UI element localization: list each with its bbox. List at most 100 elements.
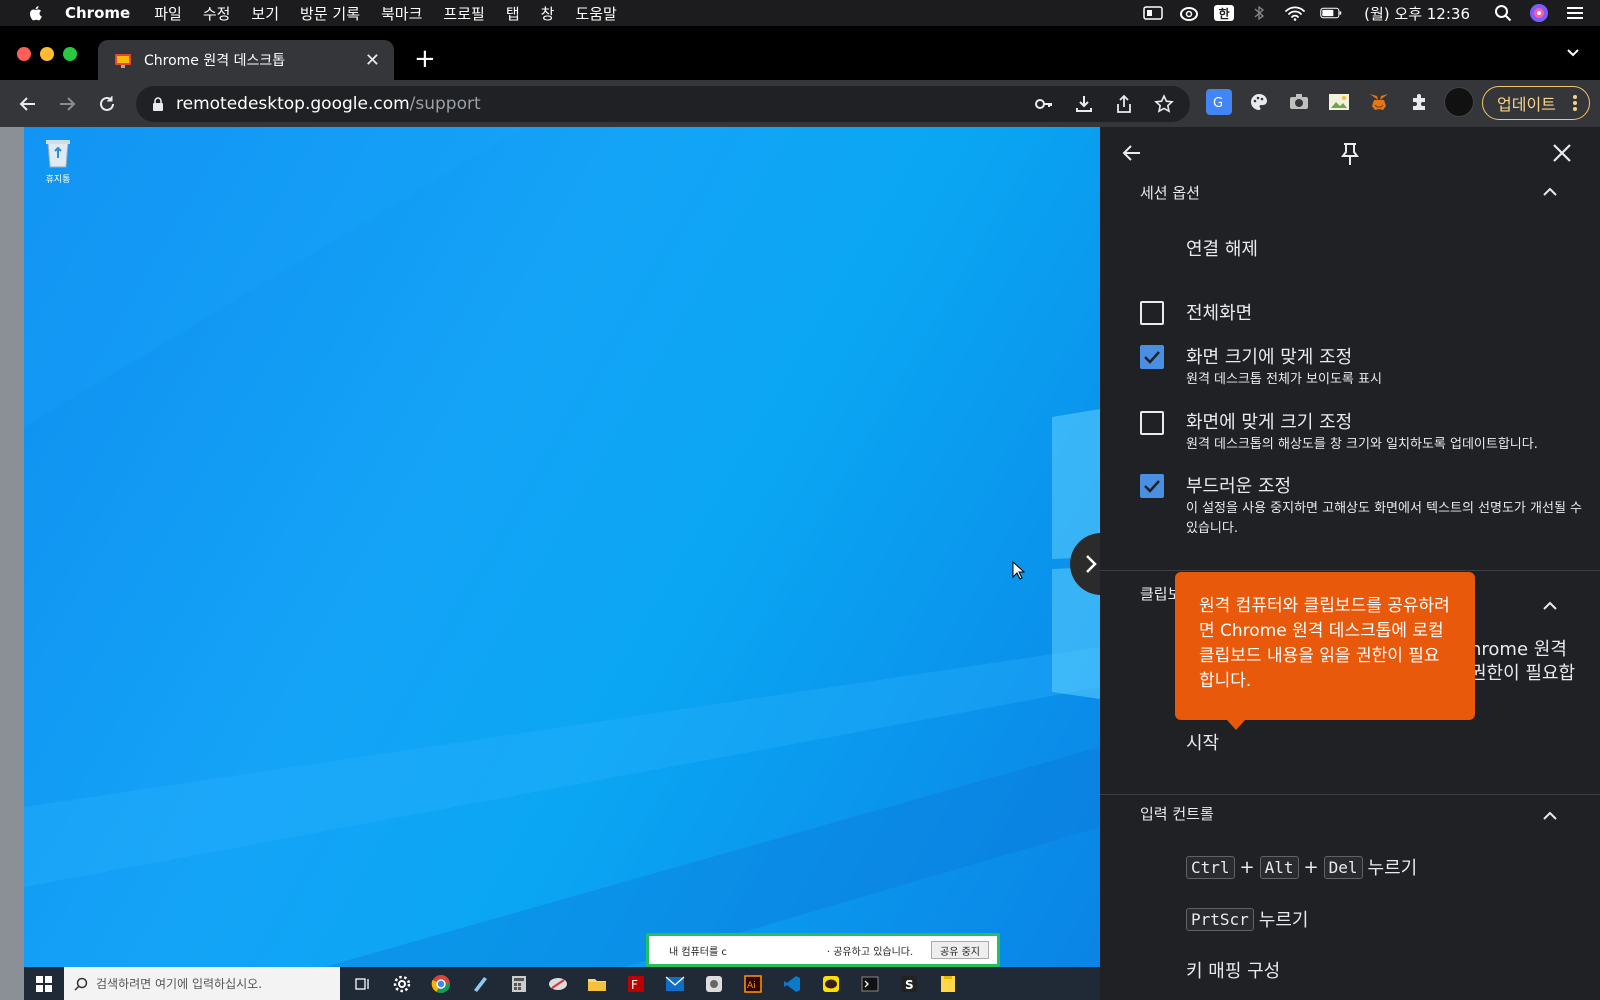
svg-text:F: F bbox=[631, 978, 638, 992]
wifi-icon[interactable] bbox=[1284, 5, 1306, 21]
resize-to-fit-label[interactable]: 화면에 맞게 크기 조정 bbox=[1186, 408, 1352, 434]
bluetooth-icon[interactable] bbox=[1248, 5, 1270, 21]
menubar-clock[interactable]: (월) 오후 12:36 bbox=[1364, 3, 1470, 24]
share-icon[interactable] bbox=[1114, 94, 1134, 114]
password-key-icon[interactable] bbox=[1034, 94, 1054, 114]
fullscreen-checkbox[interactable] bbox=[1140, 301, 1164, 325]
color-picker-extension-icon[interactable] bbox=[1246, 89, 1272, 115]
clipboard-chevron-up-icon[interactable] bbox=[1542, 601, 1558, 611]
spotlight-search-icon[interactable] bbox=[1492, 5, 1514, 22]
vscode-taskbar-icon[interactable] bbox=[776, 967, 808, 1000]
menu-window[interactable]: 창 bbox=[541, 3, 555, 24]
panel-close-icon[interactable] bbox=[1550, 141, 1574, 165]
control-center-icon[interactable] bbox=[1564, 5, 1586, 21]
profile-avatar[interactable] bbox=[1444, 87, 1474, 117]
filezilla-taskbar-icon[interactable]: F bbox=[620, 967, 652, 1000]
google-translate-extension-icon[interactable]: G bbox=[1206, 89, 1232, 115]
chrome-taskbar-icon[interactable] bbox=[425, 967, 457, 1000]
calculator-taskbar-icon[interactable] bbox=[503, 967, 535, 1000]
window-zoom-button[interactable] bbox=[63, 47, 77, 61]
recycle-bin-desktop-icon[interactable]: 휴지통 bbox=[38, 135, 78, 185]
input-controls-chevron-up-icon[interactable] bbox=[1542, 811, 1558, 821]
battery-icon[interactable] bbox=[1320, 5, 1342, 21]
session-options-heading[interactable]: 세션 옵션 bbox=[1140, 182, 1200, 203]
metamask-fox-extension-icon[interactable] bbox=[1366, 89, 1392, 115]
session-chevron-up-icon[interactable] bbox=[1542, 187, 1558, 197]
menu-bookmarks[interactable]: 북마크 bbox=[381, 3, 422, 24]
s-app-taskbar-icon[interactable]: S bbox=[893, 967, 925, 1000]
disconnect-button[interactable]: 연결 해제 bbox=[1186, 235, 1258, 261]
scale-to-fit-label[interactable]: 화면 크기에 맞게 조정 bbox=[1186, 343, 1352, 369]
menu-help[interactable]: 도움말 bbox=[575, 3, 616, 24]
print-screen-button[interactable]: PrtScr 누르기 bbox=[1186, 906, 1308, 932]
plus-sign: + bbox=[1303, 856, 1319, 878]
scale-to-fit-checkbox[interactable] bbox=[1140, 345, 1164, 369]
smooth-scaling-checkbox[interactable] bbox=[1140, 474, 1164, 498]
menu-history[interactable]: 방문 기록 bbox=[300, 3, 360, 24]
menu-file[interactable]: 파일 bbox=[154, 3, 182, 24]
notepad-taskbar-icon[interactable] bbox=[464, 967, 496, 1000]
window-close-button[interactable] bbox=[17, 47, 31, 61]
smooth-scaling-label[interactable]: 부드러운 조정 bbox=[1186, 472, 1291, 498]
menu-edit[interactable]: 수정 bbox=[203, 3, 231, 24]
tab-search-chevron-down-icon[interactable] bbox=[1566, 48, 1580, 58]
lock-icon[interactable] bbox=[152, 96, 164, 112]
menu-app-name[interactable]: Chrome bbox=[65, 4, 130, 22]
prtscr-key: PrtScr bbox=[1186, 907, 1254, 931]
key-mapping-button[interactable]: 키 매핑 구성 bbox=[1186, 957, 1280, 983]
illustrator-taskbar-icon[interactable]: Ai bbox=[737, 967, 769, 1000]
terminal-taskbar-icon[interactable] bbox=[854, 967, 886, 1000]
stop-sharing-button[interactable]: 공유 중지 bbox=[931, 941, 989, 959]
menu-profiles[interactable]: 프로필 bbox=[443, 3, 484, 24]
more-menu-kebab-icon[interactable] bbox=[1573, 94, 1577, 112]
new-tab-plus-icon[interactable]: + bbox=[414, 46, 436, 72]
fullscreen-label[interactable]: 전체화면 bbox=[1186, 299, 1252, 325]
macos-menubar: Chrome 파일 수정 보기 방문 기록 북마크 프로필 탭 창 도움말 한 … bbox=[0, 0, 1600, 26]
tab-chrome-remote-desktop[interactable]: Chrome 원격 데스크톱 ✕ bbox=[98, 40, 394, 80]
menu-view[interactable]: 보기 bbox=[251, 3, 279, 24]
windows-start-icon[interactable] bbox=[24, 967, 64, 1000]
update-button-label: 업데이트 bbox=[1497, 95, 1556, 114]
svg-text:S: S bbox=[905, 978, 914, 992]
extensions-puzzle-icon[interactable] bbox=[1406, 89, 1432, 115]
press-label: 누르기 bbox=[1367, 858, 1418, 879]
settings-gear-icon[interactable] bbox=[386, 967, 418, 1000]
apple-logo-icon[interactable] bbox=[27, 4, 45, 22]
bookmark-star-icon[interactable] bbox=[1154, 94, 1174, 114]
camera-extension-icon[interactable] bbox=[1286, 89, 1312, 115]
remote-desktop-view[interactable]: 휴지통 내 컴퓨터를 c · 공유하고 있습니다. 공유 중지 검색하려면 여기… bbox=[0, 127, 1100, 1000]
app-taskbar-icon[interactable] bbox=[698, 967, 730, 1000]
tab-close-icon[interactable]: ✕ bbox=[365, 50, 380, 71]
ctrl-alt-del-button[interactable]: Ctrl + Alt + Del 누르기 bbox=[1186, 854, 1417, 880]
taskbar-search-box[interactable]: 검색하려면 여기에 입력하십시오. bbox=[64, 967, 340, 1000]
creative-cloud-icon[interactable] bbox=[1178, 5, 1200, 21]
menu-tab[interactable]: 탭 bbox=[506, 3, 520, 24]
reload-icon[interactable] bbox=[95, 92, 119, 116]
forward-arrow-icon[interactable] bbox=[55, 92, 79, 116]
file-explorer-taskbar-icon[interactable] bbox=[581, 967, 613, 1000]
kakaotalk-taskbar-icon[interactable] bbox=[815, 967, 847, 1000]
window-minimize-button[interactable] bbox=[40, 47, 54, 61]
clipboard-start-button[interactable]: 시작 bbox=[1186, 729, 1219, 755]
panel-pin-icon[interactable] bbox=[1338, 141, 1362, 167]
omnibox-actions bbox=[1034, 94, 1174, 114]
resize-to-fit-description: 원격 데스크톱의 해상도를 창 크기와 일치하도록 업데이트합니다. bbox=[1186, 437, 1538, 452]
snipping-tool-taskbar-icon[interactable] bbox=[542, 967, 574, 1000]
install-app-icon[interactable] bbox=[1074, 94, 1094, 114]
chrome-update-button[interactable]: 업데이트 bbox=[1482, 86, 1590, 120]
address-bar[interactable]: remotedesktop.google.com/support bbox=[136, 86, 1190, 122]
tooltip-arrow bbox=[1227, 720, 1245, 730]
del-key: Del bbox=[1323, 855, 1363, 879]
image-extension-icon[interactable] bbox=[1326, 89, 1352, 115]
resize-to-fit-checkbox[interactable] bbox=[1140, 411, 1164, 435]
task-view-icon[interactable] bbox=[347, 967, 379, 1000]
panel-back-arrow-icon[interactable] bbox=[1120, 141, 1144, 165]
display-icon[interactable] bbox=[1142, 5, 1164, 21]
screen-sharing-banner: 내 컴퓨터를 c · 공유하고 있습니다. 공유 중지 bbox=[646, 933, 1000, 967]
back-arrow-icon[interactable] bbox=[16, 92, 40, 116]
siri-icon[interactable] bbox=[1528, 4, 1550, 22]
input-method-icon[interactable]: 한 bbox=[1214, 5, 1235, 21]
input-controls-heading[interactable]: 입력 컨트롤 bbox=[1140, 803, 1214, 824]
sticky-notes-taskbar-icon[interactable] bbox=[932, 967, 964, 1000]
mail-taskbar-icon[interactable] bbox=[659, 967, 691, 1000]
